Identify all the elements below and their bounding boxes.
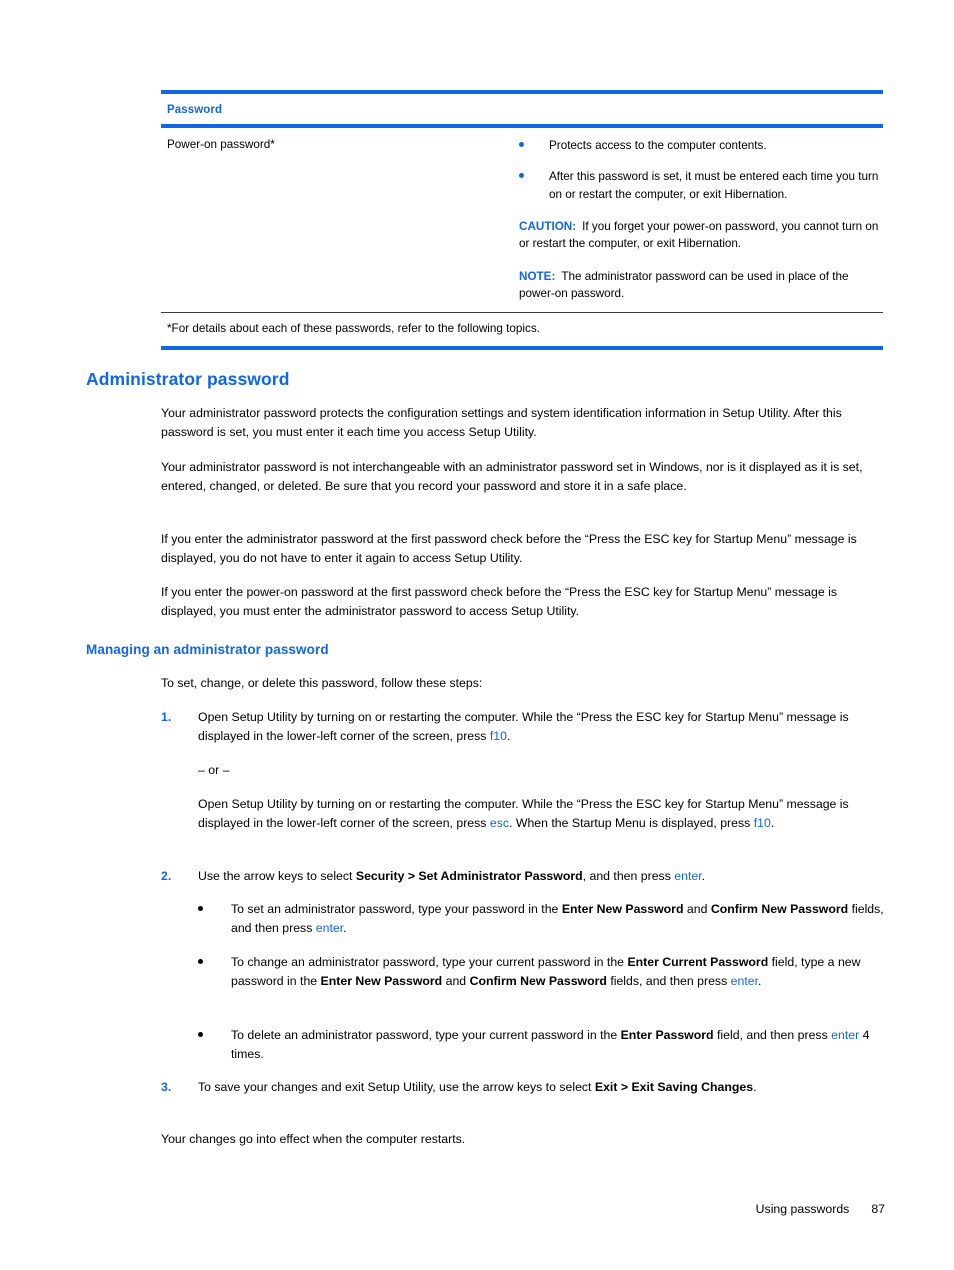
power-on-password-label: Power-on password* xyxy=(167,138,275,151)
field-enter-current-password: Enter Current Password xyxy=(627,955,769,969)
section-heading-managing: Managing an administrator password xyxy=(86,642,329,657)
paragraph-closing: Your changes go into effect when the com… xyxy=(161,1132,466,1146)
key-enter: enter xyxy=(831,1028,860,1042)
key-enter: enter xyxy=(674,869,702,883)
step-text-part: Use the arrow keys to select xyxy=(198,869,356,883)
note-callout: NOTE: The administrator password can be u… xyxy=(519,268,883,303)
table-bottom-rule xyxy=(161,346,883,351)
table-header-row: Password xyxy=(161,94,883,124)
step-number: 2. xyxy=(161,869,172,883)
field-enter-new-password: Enter New Password xyxy=(561,902,684,916)
field-enter-new-password: Enter New Password xyxy=(320,973,443,988)
field-confirm-new-password: Confirm New Password xyxy=(710,902,849,916)
table-header-password: Password xyxy=(167,104,223,116)
bullet-text-part: To set an administrator password, type y… xyxy=(231,902,562,916)
note-text: The administrator password can be used i… xyxy=(519,269,849,300)
bullet-dot-icon xyxy=(198,906,203,911)
bullet-text-part: and xyxy=(442,973,470,988)
bullet-dot-icon xyxy=(519,142,524,147)
table-cell-label: Power-on password* xyxy=(161,137,519,302)
key-f10: f10 xyxy=(489,728,507,743)
list-item: After this password is set, it must be e… xyxy=(519,168,883,203)
step-1: 1. Open Setup Utility by turning on or r… xyxy=(161,708,884,745)
step-text: To save your changes and exit Setup Util… xyxy=(198,1078,884,1097)
paragraph-admin-check: If you enter the administrator password … xyxy=(161,532,857,565)
list-item: To delete an administrator password, typ… xyxy=(198,1026,884,1063)
step-text-part: Open Setup Utility by turning on or rest… xyxy=(198,710,849,743)
page-title: Administrator password xyxy=(86,369,290,389)
menu-path-exit: Exit > Exit Saving Changes xyxy=(594,1080,754,1094)
table-footnote-row: *For details about each of these passwor… xyxy=(161,313,883,346)
paragraph-steps-intro: To set, change, or delete this password,… xyxy=(161,676,483,690)
bullet-text: To change an administrator password, typ… xyxy=(231,953,884,990)
key-enter: enter xyxy=(730,973,758,988)
step-text-part: . xyxy=(506,728,511,743)
bullet-text: To delete an administrator password, typ… xyxy=(231,1026,884,1063)
footer-chapter-title: Using passwords xyxy=(755,1202,850,1216)
step-text: Use the arrow keys to select Security > … xyxy=(198,867,884,886)
bullet-text-part: . xyxy=(758,973,762,988)
table-row: Power-on password* Protects access to th… xyxy=(161,128,883,312)
step-3: 3. To save your changes and exit Setup U… xyxy=(161,1078,884,1097)
table-footnote-text: *For details about each of these passwor… xyxy=(167,322,540,336)
or-divider: – or – xyxy=(198,763,230,777)
bullet-text-part: To delete an administrator password, typ… xyxy=(231,1028,621,1042)
step-1-alternate: Open Setup Utility by turning on or rest… xyxy=(161,795,884,832)
bullet-text: To set an administrator password, type y… xyxy=(231,900,884,937)
table-cell-description: Protects access to the computer contents… xyxy=(519,137,883,302)
step-text-part: . xyxy=(770,815,775,830)
note-label: NOTE: xyxy=(519,269,556,283)
step-text-part: , and then press xyxy=(582,869,675,883)
menu-path-security: Security > Set Administrator Password xyxy=(355,869,583,883)
password-table: Password Power-on password* Protects acc… xyxy=(161,90,883,351)
key-f10: f10 xyxy=(753,815,771,830)
bullet-dot-icon xyxy=(198,1032,203,1037)
field-enter-password: Enter Password xyxy=(620,1028,714,1042)
bullet-text-part: field, and then press xyxy=(713,1028,832,1042)
step-text-part: . xyxy=(701,869,706,883)
table-bullet-text: After this password is set, it must be e… xyxy=(549,170,879,201)
step-text-part: . When the Startup Menu is displayed, pr… xyxy=(509,815,754,830)
list-item: To change an administrator password, typ… xyxy=(198,953,884,990)
step-text-part: To save your changes and exit Setup Util… xyxy=(198,1080,595,1094)
step-text: Open Setup Utility by turning on or rest… xyxy=(198,795,884,832)
step-number: 3. xyxy=(161,1080,172,1094)
step-text-part: . xyxy=(753,1080,757,1094)
paragraph-intro: Your administrator password protects the… xyxy=(161,406,842,439)
document-page: Password Power-on password* Protects acc… xyxy=(0,0,954,1270)
bullet-text-part: fields, and then press xyxy=(606,973,731,988)
caution-callout: CAUTION: If you forget your power-on pass… xyxy=(519,218,883,253)
bullet-text-part: . xyxy=(343,920,347,935)
caution-label: CAUTION: xyxy=(519,219,577,233)
bullet-text-part: and xyxy=(683,902,711,916)
step-text: Open Setup Utility by turning on or rest… xyxy=(198,708,884,745)
key-enter: enter xyxy=(315,920,344,935)
bullet-dot-icon xyxy=(198,959,203,964)
list-item: Protects access to the computer contents… xyxy=(519,137,883,154)
field-confirm-new-password: Confirm New Password xyxy=(469,973,607,988)
table-bullet-list: Protects access to the computer contents… xyxy=(519,137,883,203)
table-bullet-text: Protects access to the computer contents… xyxy=(549,139,767,152)
page-footer: Using passwords 87 xyxy=(756,1202,885,1216)
list-item: To set an administrator password, type y… xyxy=(198,900,884,937)
bullet-text-part: To change an administrator password, typ… xyxy=(231,955,628,969)
page-number: 87 xyxy=(871,1202,885,1216)
key-esc: esc xyxy=(489,815,509,830)
paragraph-interchangeable: Your administrator password is not inter… xyxy=(161,460,863,493)
step-2: 2. Use the arrow keys to select Security… xyxy=(161,867,884,886)
bullet-dot-icon xyxy=(519,173,524,179)
step-number: 1. xyxy=(161,710,172,724)
paragraph-poweron-check: If you enter the power-on password at th… xyxy=(161,585,837,618)
